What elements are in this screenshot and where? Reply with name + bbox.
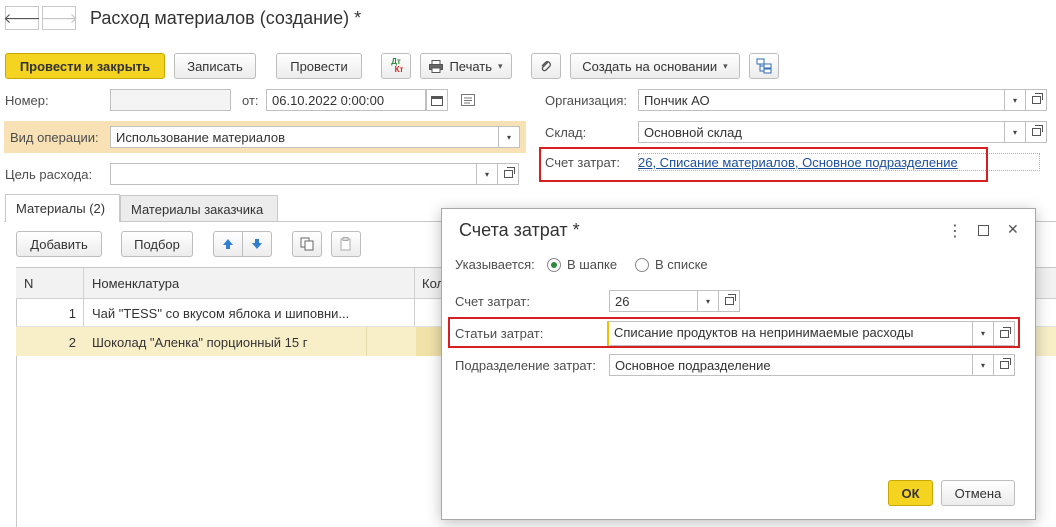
- kt-label: Кт: [394, 65, 404, 74]
- chevron-down-icon: ▾: [506, 132, 511, 142]
- move-down-button[interactable]: [242, 231, 272, 257]
- paste-icon: [340, 237, 351, 251]
- copy-icon: [300, 237, 314, 251]
- paperclip-icon: [541, 61, 551, 72]
- chevron-down-icon: ▾: [705, 296, 710, 306]
- row-item: Шоколад "Аленка" порционный 15 г: [92, 335, 308, 350]
- save-button[interactable]: Записать: [174, 53, 256, 79]
- cost-accounts-dialog: Счета затрат * ⋮ ✕ Указывается: В шапке …: [441, 208, 1036, 520]
- more-icon[interactable]: ⋮: [947, 221, 963, 241]
- date-from-label: от:: [242, 93, 259, 108]
- column-nomenclature-header[interactable]: Номенклатура: [92, 276, 179, 291]
- division-open-button[interactable]: [993, 354, 1015, 376]
- column-n-header[interactable]: N: [24, 276, 33, 291]
- chevron-down-icon: ▾: [498, 60, 503, 71]
- add-button[interactable]: Добавить: [16, 231, 102, 257]
- dialog-account-open-button[interactable]: [718, 290, 740, 312]
- chevron-down-icon: ▾: [1012, 127, 1017, 137]
- calendar-icon: [431, 95, 443, 106]
- print-label: Печать: [449, 58, 493, 74]
- attach-button[interactable]: [531, 53, 561, 79]
- tab-materials[interactable]: Материалы (2): [5, 194, 120, 222]
- purpose-dropdown-button[interactable]: ▾: [476, 163, 498, 185]
- operation-field[interactable]: Использование материалов: [110, 126, 499, 148]
- forward-button[interactable]: 🡒: [40, 6, 78, 30]
- dialog-account-dropdown-button[interactable]: ▾: [697, 290, 719, 312]
- arrow-down-icon: [252, 239, 262, 249]
- comment-icon[interactable]: [461, 94, 475, 109]
- open-icon: [1031, 93, 1043, 104]
- post-and-close-button[interactable]: Провести и закрыть: [5, 53, 165, 79]
- row-number: 1: [68, 306, 76, 321]
- number-label: Номер:: [5, 93, 49, 108]
- division-label: Подразделение затрат:: [455, 358, 596, 373]
- ok-button[interactable]: ОК: [888, 480, 933, 506]
- open-icon: [503, 167, 515, 178]
- warehouse-field[interactable]: Основной склад: [638, 121, 1005, 143]
- chevron-down-icon: ▾: [1012, 95, 1017, 105]
- post-button[interactable]: Провести: [276, 53, 362, 79]
- warehouse-label: Склад:: [545, 125, 587, 140]
- purpose-open-button[interactable]: [497, 163, 519, 185]
- radio-in-header[interactable]: [547, 258, 561, 272]
- cell-separator: [366, 327, 367, 356]
- row-item: Чай "TESS" со вкусом яблока и шиповни...: [92, 306, 350, 321]
- structure-icon: [756, 58, 772, 74]
- page-title: Расход материалов (создание) *: [90, 8, 362, 28]
- purpose-field[interactable]: [110, 163, 477, 185]
- paste-button[interactable]: [331, 231, 361, 257]
- arrow-left-icon: 🡐: [3, 9, 41, 26]
- row-number: 2: [68, 335, 76, 350]
- create-based-on-label: Создать на основании: [582, 58, 718, 74]
- tab-customer-materials[interactable]: Материалы заказчика: [120, 195, 278, 221]
- dialog-account-field[interactable]: 26: [609, 290, 698, 312]
- structure-button[interactable]: [749, 53, 779, 79]
- organization-label: Организация:: [545, 93, 628, 108]
- copy-button[interactable]: [292, 231, 322, 257]
- organization-dropdown-button[interactable]: ▾: [1004, 89, 1026, 111]
- arrow-right-icon: 🡒: [40, 9, 78, 26]
- create-based-on-button[interactable]: Создать на основании ▾: [570, 53, 740, 79]
- number-field[interactable]: [110, 89, 231, 111]
- warehouse-dropdown-button[interactable]: ▾: [1004, 121, 1026, 143]
- division-field[interactable]: Основное подразделение: [609, 354, 973, 376]
- warehouse-open-button[interactable]: [1025, 121, 1047, 143]
- back-button[interactable]: 🡐: [3, 6, 41, 30]
- arrow-up-icon: [223, 239, 233, 249]
- radio-in-header-label: В шапке: [567, 257, 618, 272]
- cancel-button[interactable]: Отмена: [941, 480, 1015, 506]
- open-icon: [1031, 125, 1043, 136]
- date-field[interactable]: 06.10.2022 0:00:00: [266, 89, 426, 111]
- operation-label: Вид операции:: [10, 130, 99, 145]
- pick-button[interactable]: Подбор: [121, 231, 193, 257]
- close-icon[interactable]: ✕: [1007, 221, 1019, 238]
- calendar-button[interactable]: [426, 89, 448, 111]
- open-icon: [724, 294, 736, 305]
- move-up-button[interactable]: [213, 231, 243, 257]
- division-dropdown-button[interactable]: ▾: [972, 354, 994, 376]
- dialog-title: Счета затрат *: [459, 220, 580, 240]
- radio-in-list-label: В списке: [655, 257, 708, 272]
- dt-kt-button[interactable]: Дт Кт: [381, 53, 411, 79]
- operation-dropdown-button[interactable]: ▾: [498, 126, 520, 148]
- maximize-icon[interactable]: [978, 225, 989, 236]
- column-qty-header[interactable]: Кол: [422, 276, 442, 291]
- chevron-down-icon: ▾: [723, 60, 728, 71]
- organization-field[interactable]: Пончик АО: [638, 89, 1005, 111]
- purpose-label: Цель расхода:: [5, 167, 93, 182]
- printer-icon: [429, 59, 444, 73]
- chevron-down-icon: ▾: [484, 169, 489, 179]
- radio-in-list[interactable]: [635, 258, 649, 272]
- print-button[interactable]: Печать ▾: [420, 53, 512, 79]
- open-icon: [999, 358, 1011, 369]
- chevron-down-icon: ▾: [980, 360, 985, 370]
- cost-items-highlight-box: [448, 317, 1020, 348]
- dt-kt-icon: Дт Кт: [389, 58, 404, 74]
- organization-open-button[interactable]: [1025, 89, 1047, 111]
- dialog-account-label: Счет затрат:: [455, 294, 530, 309]
- specified-label: Указывается:: [455, 257, 535, 272]
- account-highlight-box: [539, 147, 988, 182]
